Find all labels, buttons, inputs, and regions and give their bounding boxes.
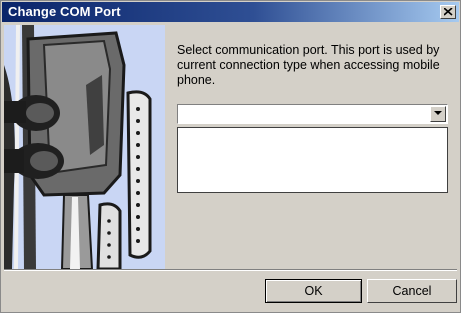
instruction-text: Select communication port. This port is … xyxy=(177,43,440,87)
divider xyxy=(4,269,457,271)
ok-button[interactable]: OK xyxy=(265,279,362,303)
serial-cable-illustration xyxy=(4,25,165,269)
cancel-button[interactable]: Cancel xyxy=(367,279,457,303)
change-com-port-dialog: Change COM Port Select communication por… xyxy=(0,0,461,313)
dropdown-button[interactable] xyxy=(430,106,446,122)
window-title: Change COM Port xyxy=(8,4,121,19)
chevron-down-icon xyxy=(434,111,442,115)
illustration-image xyxy=(4,25,165,269)
com-port-list[interactable] xyxy=(177,127,448,193)
close-button[interactable] xyxy=(440,5,456,19)
com-port-select[interactable] xyxy=(177,104,448,124)
title-bar: Change COM Port xyxy=(2,2,459,22)
close-icon xyxy=(444,8,453,16)
